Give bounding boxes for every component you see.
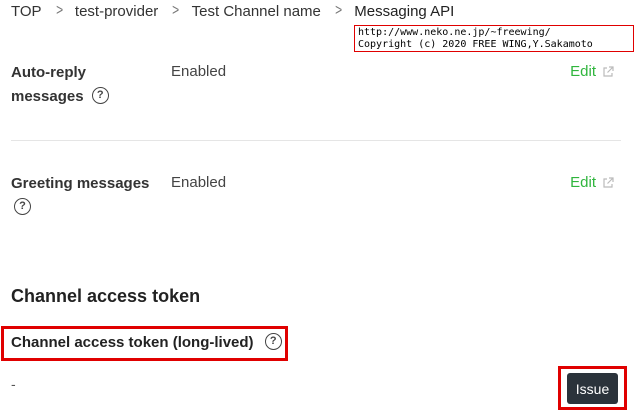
breadcrumb-provider[interactable]: test-provider <box>75 3 158 20</box>
setting-label: Auto-reply messages ? <box>11 61 161 109</box>
help-circle-icon[interactable]: ? <box>264 332 282 350</box>
messaging-api-settings-page: TOP > test-provider > Test Channel name … <box>0 0 640 412</box>
setting-row-greeting: Greeting messages ? Enabled Edit <box>11 172 621 232</box>
token-value: - <box>11 376 16 392</box>
setting-label: Greeting messages ? <box>11 172 166 220</box>
help-circle-icon[interactable]: ? <box>91 86 109 104</box>
watermark-copyright: Copyright (c) 2020 FREE WING,Y.Sakamoto <box>358 39 593 50</box>
external-link-icon <box>603 176 614 188</box>
chevron-right-icon: > <box>172 2 180 19</box>
watermark-url: http://www.neko.ne.jp/~freewing/ <box>358 27 551 38</box>
setting-value: Enabled <box>171 174 227 191</box>
external-link-icon <box>603 65 614 77</box>
edit-greeting-link[interactable]: Edit <box>570 174 614 191</box>
breadcrumb-current: Messaging API <box>354 2 455 20</box>
help-circle-icon[interactable]: ? <box>14 197 31 215</box>
copyright-watermark: http://www.neko.ne.jp/~freewing/ Copyrig… <box>354 25 634 52</box>
setting-row-auto-reply: Auto-reply messages ? Enabled Edit <box>11 61 621 121</box>
issue-button[interactable]: Issue <box>567 373 618 404</box>
breadcrumb-channel[interactable]: Test Channel name <box>192 3 321 20</box>
chevron-right-icon: > <box>55 2 63 19</box>
breadcrumb-top[interactable]: TOP <box>11 3 42 20</box>
row-divider <box>11 140 621 141</box>
setting-value: Enabled <box>171 63 227 80</box>
chevron-right-icon: > <box>335 2 343 19</box>
subtitle-long-lived-token: Channel access token (long-lived) ? <box>11 332 282 352</box>
breadcrumb: TOP > test-provider > Test Channel name … <box>11 0 454 22</box>
edit-auto-reply-link[interactable]: Edit <box>570 63 614 80</box>
section-title-channel-access-token: Channel access token <box>11 286 201 306</box>
